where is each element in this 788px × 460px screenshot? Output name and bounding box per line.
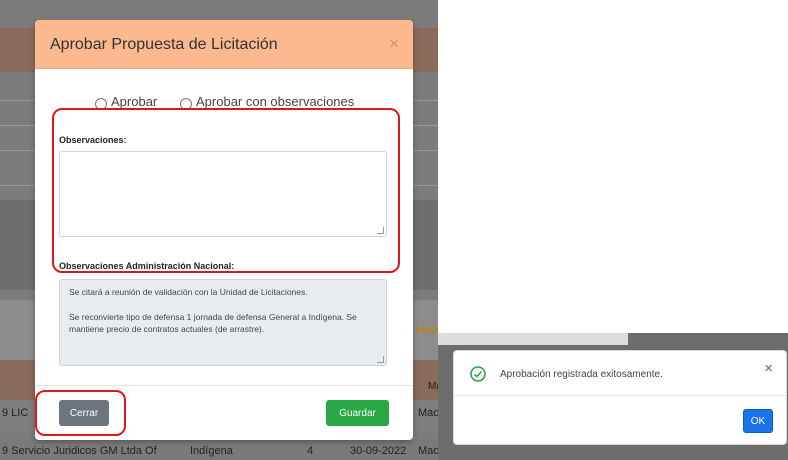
guardar-button[interactable]: Guardar	[326, 400, 389, 426]
cerrar-highlight	[35, 390, 126, 436]
modal-header: Aprobar Propuesta de Licitación ×	[35, 20, 413, 69]
admin-observaciones-textarea: Se citará a reunión de validación con la…	[59, 279, 387, 366]
bg-row1-prefix: 9 LIC	[2, 407, 29, 419]
toast-backdrop-strip	[438, 333, 628, 345]
admin-observaciones-text: Se citará a reunión de validación con la…	[69, 286, 379, 348]
bg-row2-qty: 4	[307, 445, 314, 457]
ok-button[interactable]: OK	[743, 409, 773, 433]
radio-aprobar-label: Aprobar	[111, 94, 158, 109]
toast-divider	[454, 395, 786, 396]
modal-title: Aprobar Propuesta de Licitación	[50, 36, 278, 53]
bg-header-right: Ma	[428, 381, 438, 392]
modal-footer-divider	[35, 385, 413, 386]
radio-aprobar-obs-label: Aprobar con observaciones	[196, 94, 355, 109]
success-check-icon	[470, 366, 486, 382]
bg-row1-right: Macu	[418, 407, 438, 419]
bg-row2-type: Indígena	[190, 445, 233, 457]
close-icon[interactable]: ×	[764, 360, 773, 377]
bg-section-tag-text: ACIÓ	[415, 325, 438, 335]
resize-grip-icon	[377, 356, 384, 363]
success-dialog: Aprobación registrada exitosamente. × OK	[453, 350, 787, 445]
bg-row2-prefix: 9 Servicio Juridicos GM Ltda Of	[2, 445, 157, 457]
bg-row2-right: Macu	[418, 445, 438, 457]
observaciones-highlight	[52, 108, 400, 273]
bg-row-2: 9 Servicio Juridicos GM Ltda Of Indígena…	[0, 440, 438, 460]
bg-row2-date: 30-09-2022	[350, 445, 407, 457]
admin-text-line-2: Se reconvierte tipo de defensa 1 jornada…	[69, 312, 357, 334]
close-icon[interactable]: ×	[389, 34, 399, 54]
success-message: Aprobación registrada exitosamente.	[500, 369, 663, 380]
admin-text-line-1: Se citará a reunión de validación con la…	[69, 287, 308, 297]
